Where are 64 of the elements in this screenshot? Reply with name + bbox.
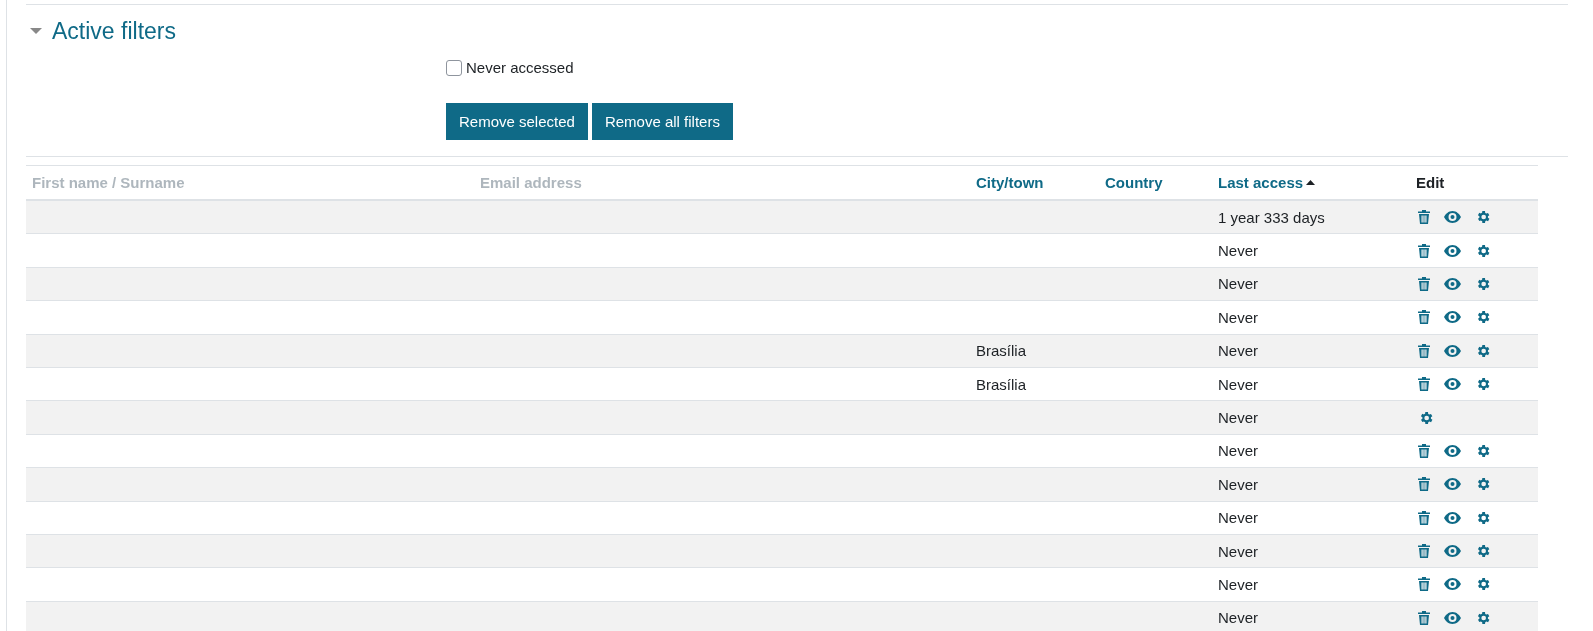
eye-icon[interactable]	[1444, 478, 1461, 491]
trash-icon[interactable]	[1418, 310, 1430, 325]
trash-icon[interactable]	[1418, 243, 1430, 258]
trash-icon[interactable]	[1418, 477, 1430, 492]
eye-icon[interactable]	[1444, 211, 1461, 224]
table-cell-text: Never	[1217, 442, 1259, 460]
table-cell-text: Never	[1217, 375, 1259, 393]
trash-icon[interactable]	[1418, 510, 1430, 525]
trash-icon[interactable]	[1418, 210, 1430, 225]
gear-icon[interactable]	[1475, 442, 1491, 459]
eye-icon[interactable]	[1444, 578, 1461, 591]
column-header[interactable]: City/town	[970, 174, 1099, 191]
gear-icon[interactable]	[1475, 275, 1491, 292]
table-cell-text: Never	[1217, 542, 1259, 560]
checkbox[interactable]	[446, 59, 462, 76]
filter-label: Never accessed	[466, 59, 574, 76]
caret-icon[interactable]	[30, 27, 42, 35]
eye-icon[interactable]	[1444, 444, 1461, 457]
trash-icon[interactable]	[1418, 577, 1430, 592]
trash-icon[interactable]	[1418, 276, 1430, 291]
eye-icon[interactable]	[1444, 378, 1461, 391]
trash-icon[interactable]	[1418, 610, 1430, 625]
trash-icon[interactable]	[1418, 343, 1430, 358]
eye-icon[interactable]	[1444, 277, 1461, 290]
table-cell-text: Brasília	[975, 375, 1028, 393]
gear-icon[interactable]	[1475, 576, 1491, 593]
table-cell-text: Never	[1217, 242, 1259, 260]
table-cell-text: Brasília	[975, 342, 1028, 360]
gear-icon[interactable]	[1475, 242, 1491, 259]
table-cell-text: Never	[1217, 609, 1259, 627]
gear-icon[interactable]	[1475, 509, 1491, 526]
eye-icon[interactable]	[1444, 344, 1461, 357]
gear-icon[interactable]	[1475, 543, 1491, 560]
column-header: First name / Surname	[31, 174, 186, 191]
table-cell-text: Never	[1217, 275, 1259, 293]
column-header[interactable]: Country	[1099, 174, 1212, 191]
gear-icon[interactable]	[1475, 342, 1491, 359]
column-header[interactable]: Last access	[1212, 174, 1410, 191]
table-cell-text: Never	[1217, 576, 1259, 593]
table-cell-text: Never	[1217, 308, 1259, 326]
trash-icon[interactable]	[1418, 544, 1430, 559]
gear-icon[interactable]	[1475, 609, 1491, 626]
table-cell-text: Never	[1217, 342, 1259, 360]
eye-icon[interactable]	[1444, 611, 1461, 624]
trash-icon[interactable]	[1418, 377, 1430, 392]
column-header: Edit	[1415, 174, 1446, 191]
table-cell-text: Never	[1217, 475, 1259, 493]
eye-icon[interactable]	[1444, 311, 1461, 324]
column-header: Email address	[479, 174, 583, 191]
table-cell-text: 1 year 333 days	[1217, 208, 1326, 226]
eye-icon[interactable]	[1444, 244, 1461, 257]
gear-icon[interactable]	[1475, 309, 1491, 326]
gear-icon[interactable]	[1475, 209, 1491, 226]
section-title[interactable]: Active filters	[52, 17, 176, 45]
gear-icon[interactable]	[1475, 376, 1491, 393]
table-cell-text: Never	[1217, 409, 1259, 427]
gear-icon[interactable]	[1418, 409, 1434, 426]
trash-icon[interactable]	[1418, 443, 1430, 458]
eye-icon[interactable]	[1444, 545, 1461, 558]
filter-button[interactable]: Remove all filters	[591, 103, 733, 140]
gear-icon[interactable]	[1475, 476, 1491, 493]
eye-icon[interactable]	[1444, 511, 1461, 524]
table-cell-text: Never	[1217, 509, 1259, 527]
filter-button[interactable]: Remove selected	[446, 103, 588, 140]
